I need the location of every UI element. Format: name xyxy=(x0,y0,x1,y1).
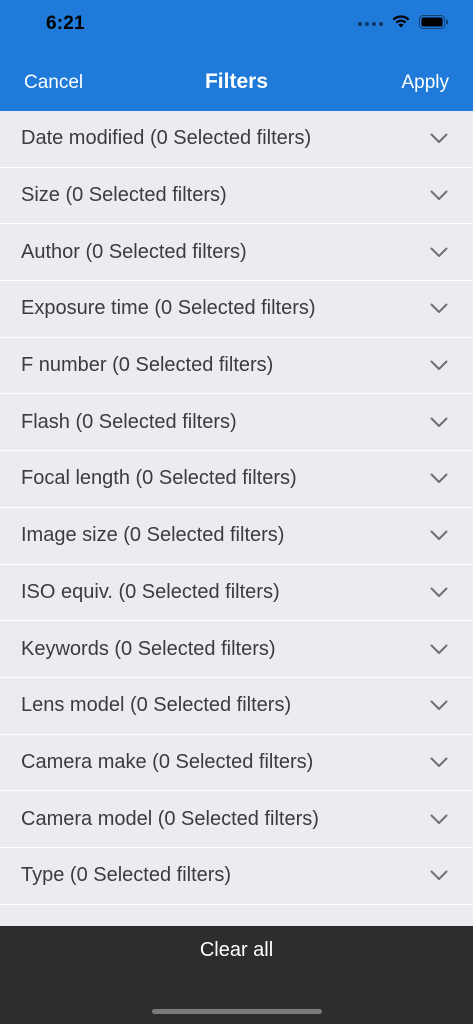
filter-row-iso-equiv[interactable]: ISO equiv. (0 Selected filters) xyxy=(0,564,473,622)
header: 6:21 Cancel Filters Apply xyxy=(0,0,473,111)
chevron-down-icon xyxy=(429,529,449,543)
filter-label: Date modified (0 Selected filters) xyxy=(21,127,312,150)
filter-label: Lens model (0 Selected filters) xyxy=(21,694,292,717)
filter-row-image-size[interactable]: Image size (0 Selected filters) xyxy=(0,507,473,565)
filter-row-type[interactable]: Type (0 Selected filters) xyxy=(0,847,473,905)
filter-row-keywords[interactable]: Keywords (0 Selected filters) xyxy=(0,621,473,678)
status-bar: 6:21 xyxy=(0,0,473,50)
filter-label: Camera make (0 Selected filters) xyxy=(21,750,314,773)
filter-row-date-modified[interactable]: Date modified (0 Selected filters) xyxy=(0,111,473,168)
filter-row-partial[interactable] xyxy=(0,904,473,926)
filter-row-size[interactable]: Size (0 Selected filters) xyxy=(0,167,473,225)
status-icons xyxy=(358,14,449,34)
chevron-down-icon xyxy=(429,415,449,429)
bottom-bar: Clear all xyxy=(0,926,473,1024)
chevron-down-icon xyxy=(429,132,449,146)
chevron-down-icon xyxy=(429,189,449,203)
chevron-down-icon xyxy=(429,755,449,769)
filter-list: Date modified (0 Selected filters) Size … xyxy=(0,111,473,926)
cellular-signal-icon xyxy=(358,22,383,26)
nav-bar: Cancel Filters Apply xyxy=(0,55,473,111)
filter-label: Flash (0 Selected filters) xyxy=(21,410,237,433)
filter-row-focal-length[interactable]: Focal length (0 Selected filters) xyxy=(0,451,473,508)
chevron-down-icon xyxy=(429,359,449,373)
filter-label: Author (0 Selected filters) xyxy=(21,240,247,263)
filter-row-camera-make[interactable]: Camera make (0 Selected filters) xyxy=(0,734,473,792)
clear-all-button[interactable]: Clear all xyxy=(0,939,473,962)
chevron-down-icon xyxy=(429,642,449,656)
filter-row-exposure-time[interactable]: Exposure time (0 Selected filters) xyxy=(0,281,473,338)
filter-row-author[interactable]: Author (0 Selected filters) xyxy=(0,224,473,282)
filter-row-camera-model[interactable]: Camera model (0 Selected filters) xyxy=(0,791,473,848)
chevron-down-icon xyxy=(429,585,449,599)
filter-row-flash[interactable]: Flash (0 Selected filters) xyxy=(0,394,473,452)
filter-label: Exposure time (0 Selected filters) xyxy=(21,297,316,320)
filter-label: Focal length (0 Selected filters) xyxy=(21,467,297,490)
filter-label: Camera model (0 Selected filters) xyxy=(21,807,319,830)
filter-label: Size (0 Selected filters) xyxy=(21,184,227,207)
wifi-icon xyxy=(391,14,411,34)
status-time: 6:21 xyxy=(46,13,85,34)
filters-screen: 6:21 Cancel Filters Apply Date modified … xyxy=(0,0,473,1024)
filter-row-lens-model[interactable]: Lens model (0 Selected filters) xyxy=(0,677,473,735)
chevron-down-icon xyxy=(429,245,449,259)
chevron-down-icon xyxy=(429,869,449,883)
chevron-down-icon xyxy=(429,472,449,486)
chevron-down-icon xyxy=(429,812,449,826)
apply-button[interactable]: Apply xyxy=(401,72,449,94)
filter-label: F number (0 Selected filters) xyxy=(21,354,274,377)
filter-label: Type (0 Selected filters) xyxy=(21,864,232,887)
filter-label: Image size (0 Selected filters) xyxy=(21,524,285,547)
home-indicator xyxy=(152,1009,322,1014)
chevron-down-icon xyxy=(429,699,449,713)
battery-icon xyxy=(419,14,449,34)
filter-label: ISO equiv. (0 Selected filters) xyxy=(21,580,280,603)
filter-label: Keywords (0 Selected filters) xyxy=(21,637,276,660)
chevron-down-icon xyxy=(429,302,449,316)
filter-row-f-number[interactable]: F number (0 Selected filters) xyxy=(0,337,473,395)
